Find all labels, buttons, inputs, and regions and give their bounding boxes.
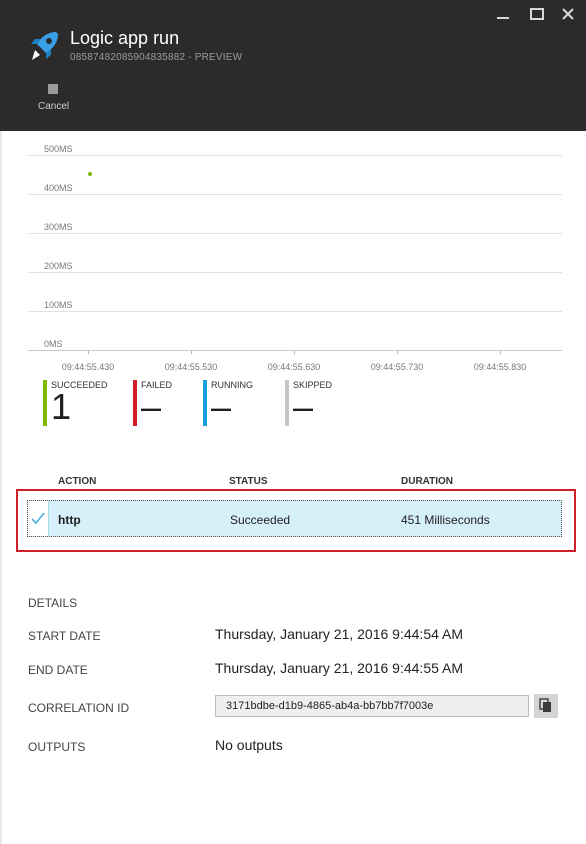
y-tick-label: 400MS (44, 183, 73, 193)
minimize-icon[interactable] (492, 6, 514, 22)
x-tick-label: 09:44:55.530 (164, 362, 218, 372)
status-color-bar (285, 380, 289, 426)
x-tick-mark (294, 350, 295, 354)
x-tick-label: 09:44:55.630 (267, 362, 321, 372)
run-duration-chart: 500MS 400MS 300MS 200MS 100MS 0MS 09:44:… (0, 131, 586, 381)
maximize-icon[interactable] (526, 6, 548, 22)
page-title: Logic app run (70, 28, 180, 48)
stat-value: 1 (51, 386, 72, 427)
end-date-label: END DATE (28, 663, 88, 677)
stat-value: – (211, 386, 232, 427)
start-date-value: Thursday, January 21, 2016 9:44:54 AM (215, 626, 464, 642)
rocket-icon (26, 28, 62, 64)
y-tick-label: 300MS (44, 222, 73, 232)
correlation-id-field[interactable]: 3171bdbe-d1b9-4865-ab4a-bb7bb7f7003e (215, 695, 529, 717)
x-tick-mark (397, 350, 398, 354)
stat-succeeded: SUCCEEDED 1 (43, 380, 108, 426)
x-axis-line (28, 350, 562, 351)
check-icon (28, 501, 49, 536)
table-row[interactable]: http Succeeded 451 Milliseconds (27, 500, 562, 537)
stop-icon (48, 84, 58, 94)
gridline (28, 272, 562, 273)
gridline (28, 155, 562, 156)
close-icon[interactable] (558, 6, 580, 22)
stat-failed: FAILED – (133, 380, 172, 426)
run-id-subtitle: 08587482085904835882 - PREVIEW (70, 52, 243, 63)
gridline (28, 194, 562, 195)
correlation-id-label: CORRELATION ID (28, 701, 130, 715)
stat-running: RUNNING – (203, 380, 253, 426)
action-name: http (58, 513, 81, 527)
x-tick-label: 09:44:55.730 (370, 362, 424, 372)
status-color-bar (133, 380, 137, 426)
x-tick-label: 09:44:55.430 (61, 362, 115, 372)
status-color-bar (43, 380, 47, 426)
copy-button[interactable] (534, 694, 558, 718)
column-header-duration: DURATION (401, 476, 454, 487)
gridline (28, 233, 562, 234)
outputs-label: OUTPUTS (28, 740, 86, 754)
column-header-action: ACTION (58, 476, 97, 487)
blade-header: Logic app run 08587482085904835882 - PRE… (0, 0, 586, 131)
column-header-status: STATUS (229, 476, 268, 487)
stat-value: – (141, 386, 162, 427)
end-date-value: Thursday, January 21, 2016 9:44:55 AM (215, 660, 464, 676)
copy-icon (539, 698, 551, 712)
y-tick-label: 0MS (44, 339, 63, 349)
outputs-value: No outputs (215, 737, 283, 753)
details-heading: DETAILS (28, 596, 78, 610)
cancel-label: Cancel (38, 101, 70, 112)
data-point (87, 172, 92, 177)
stat-value: – (293, 386, 314, 427)
action-duration: 451 Milliseconds (401, 513, 490, 527)
start-date-label: START DATE (28, 629, 101, 643)
y-tick-label: 100MS (44, 300, 73, 310)
x-tick-label: 09:44:55.830 (473, 362, 527, 372)
x-tick-mark (88, 350, 89, 354)
y-tick-label: 200MS (44, 261, 73, 271)
status-color-bar (203, 380, 207, 426)
x-tick-mark (500, 350, 501, 354)
stat-skipped: SKIPPED – (285, 380, 332, 426)
x-tick-mark (191, 350, 192, 354)
action-status: Succeeded (230, 513, 291, 527)
y-tick-label: 500MS (44, 144, 73, 154)
gridline (28, 311, 562, 312)
